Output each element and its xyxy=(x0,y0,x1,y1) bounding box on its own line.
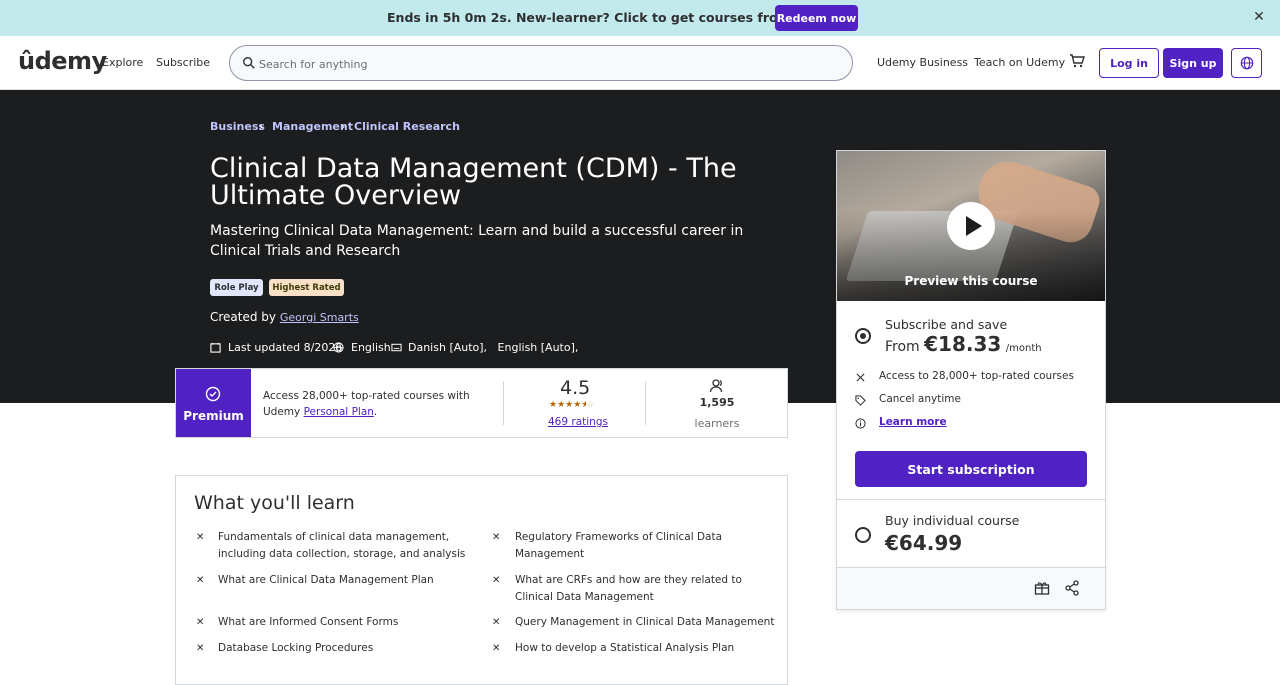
divider xyxy=(503,381,504,425)
preview-label[interactable]: Preview this course xyxy=(837,274,1105,288)
log-in-button[interactable]: Log in xyxy=(1099,48,1159,78)
feature-cancel: Cancel anytime xyxy=(879,393,961,405)
learn-item: What are CRFs and how are they related t… xyxy=(515,574,742,603)
check-icon: ✕ xyxy=(196,643,205,654)
learners-label: learners xyxy=(694,417,740,430)
course-subtitle: Mastering Clinical Data Management: Lear… xyxy=(210,223,744,259)
subscribe-link[interactable]: Subscribe xyxy=(156,56,210,69)
star-rating-icon: ★★★★★☆ xyxy=(549,400,595,410)
search-icon[interactable] xyxy=(242,56,256,70)
sign-up-button[interactable]: Sign up xyxy=(1163,48,1223,78)
subscribe-title: Subscribe and save xyxy=(885,317,1008,332)
alert-icon xyxy=(210,342,221,353)
share-icon[interactable] xyxy=(1064,580,1080,596)
instructor-link[interactable]: Georgi Smarts xyxy=(280,311,359,324)
check-icon: ✕ xyxy=(492,643,501,654)
feature-access: Access to 28,000+ top-rated courses xyxy=(879,370,1074,382)
rating-value: 4.5 xyxy=(560,377,591,399)
learn-item: How to develop a Statistical Analysis Pl… xyxy=(515,642,735,654)
section-title: What you'll learn xyxy=(194,492,355,514)
course-title: Clinical Data Management (CDM) - The Ult… xyxy=(210,153,737,211)
premium-badge: Premium xyxy=(176,369,251,437)
promo-banner: Ends in 5h 0m 2s. New-learner? Click to … xyxy=(0,0,1280,36)
premium-icon xyxy=(205,386,221,402)
start-subscription-button[interactable]: Start subscription xyxy=(855,451,1087,487)
last-updated: Last updated 8/2026 xyxy=(228,341,343,354)
check-icon: ✕ xyxy=(492,575,501,586)
courses-icon xyxy=(856,373,865,382)
created-by: Created by Georgi Smarts xyxy=(210,310,359,324)
buy-course-radio[interactable] xyxy=(855,527,871,543)
chevron-right-icon: › xyxy=(341,120,346,133)
created-by-label: Created by xyxy=(210,310,277,324)
learn-item: What are Clinical Data Management Plan xyxy=(218,574,434,586)
divider xyxy=(645,381,646,425)
role-play-badge: Role Play xyxy=(210,279,263,296)
subscribe-radio[interactable] xyxy=(855,328,871,344)
check-icon: ✕ xyxy=(196,532,205,543)
search-bar[interactable] xyxy=(229,45,853,81)
highest-rated-badge: Highest Rated xyxy=(269,279,344,296)
per-month: /month xyxy=(1005,343,1042,354)
learn-item: Database Locking Procedures xyxy=(218,642,374,654)
info-icon xyxy=(855,418,866,429)
teach-on-udemy-link[interactable]: Teach on Udemy xyxy=(974,56,1065,69)
search-input[interactable] xyxy=(259,55,839,73)
personal-plan-link[interactable]: Personal Plan xyxy=(304,406,374,418)
learn-more-link[interactable]: Learn more xyxy=(879,416,947,428)
language-button[interactable] xyxy=(1231,48,1262,78)
gift-icon[interactable] xyxy=(1034,580,1050,596)
globe-icon xyxy=(333,342,344,353)
premium-period: . xyxy=(373,406,378,418)
divider xyxy=(837,499,1105,500)
learn-item: Query Management in Clinical Data Manage… xyxy=(515,616,775,628)
learn-item: Fundamentals of clinical data management… xyxy=(218,531,466,560)
premium-label: Premium xyxy=(183,409,244,423)
course-preview-video[interactable]: Preview this course xyxy=(837,151,1105,301)
check-icon: ✕ xyxy=(196,575,205,586)
check-icon: ✕ xyxy=(492,532,501,543)
learners-count: 1,595 xyxy=(699,396,735,409)
course-price: €64.99 xyxy=(885,531,963,555)
purchase-card: Preview this course Subscribe and save F… xyxy=(836,150,1106,610)
cart-icon[interactable] xyxy=(1069,53,1085,69)
udemy-logo[interactable]: ûdemy xyxy=(18,47,107,75)
ratings-count-link[interactable]: 469 ratings xyxy=(548,416,608,428)
udemy-business-link[interactable]: Udemy Business xyxy=(877,56,968,69)
breadcrumb-clinical-research[interactable]: Clinical Research xyxy=(354,120,460,133)
subscribe-price: From €18.33 /month xyxy=(885,332,1042,356)
tag-icon xyxy=(855,395,866,406)
globe-icon xyxy=(1240,56,1253,70)
from-label: From xyxy=(885,339,925,355)
explore-link[interactable]: Explore xyxy=(102,56,143,69)
learn-item: What are Informed Consent Forms xyxy=(218,616,399,628)
buy-individual-title: Buy individual course xyxy=(885,513,1020,528)
redeem-now-button[interactable]: Redeem now xyxy=(775,5,858,31)
check-icon: ✕ xyxy=(492,617,501,628)
card-actions xyxy=(837,568,1105,609)
play-icon[interactable] xyxy=(947,202,995,250)
what-youll-learn-section: What you'll learn ✕ Fundamentals of clin… xyxy=(175,475,788,685)
learners-icon xyxy=(709,379,723,393)
course-language: English xyxy=(351,341,391,354)
top-header: ûdemy Explore Subscribe Udemy Business T… xyxy=(0,36,1280,90)
course-captions: Danish [Auto], English [Auto], xyxy=(408,341,579,354)
chevron-right-icon: › xyxy=(259,120,264,133)
captions-icon xyxy=(391,343,402,352)
check-icon: ✕ xyxy=(196,617,205,628)
learn-item: Regulatory Frameworks of Clinical Data M… xyxy=(515,531,723,560)
close-icon[interactable]: ✕ xyxy=(1252,10,1266,24)
breadcrumb-business[interactable]: Business xyxy=(210,120,265,133)
premium-text: Access 28,000+ top-rated courses with Ud… xyxy=(263,388,493,420)
premium-info-box: Premium Access 28,000+ top-rated courses… xyxy=(175,368,788,438)
subscription-price: €18.33 xyxy=(924,332,1002,356)
